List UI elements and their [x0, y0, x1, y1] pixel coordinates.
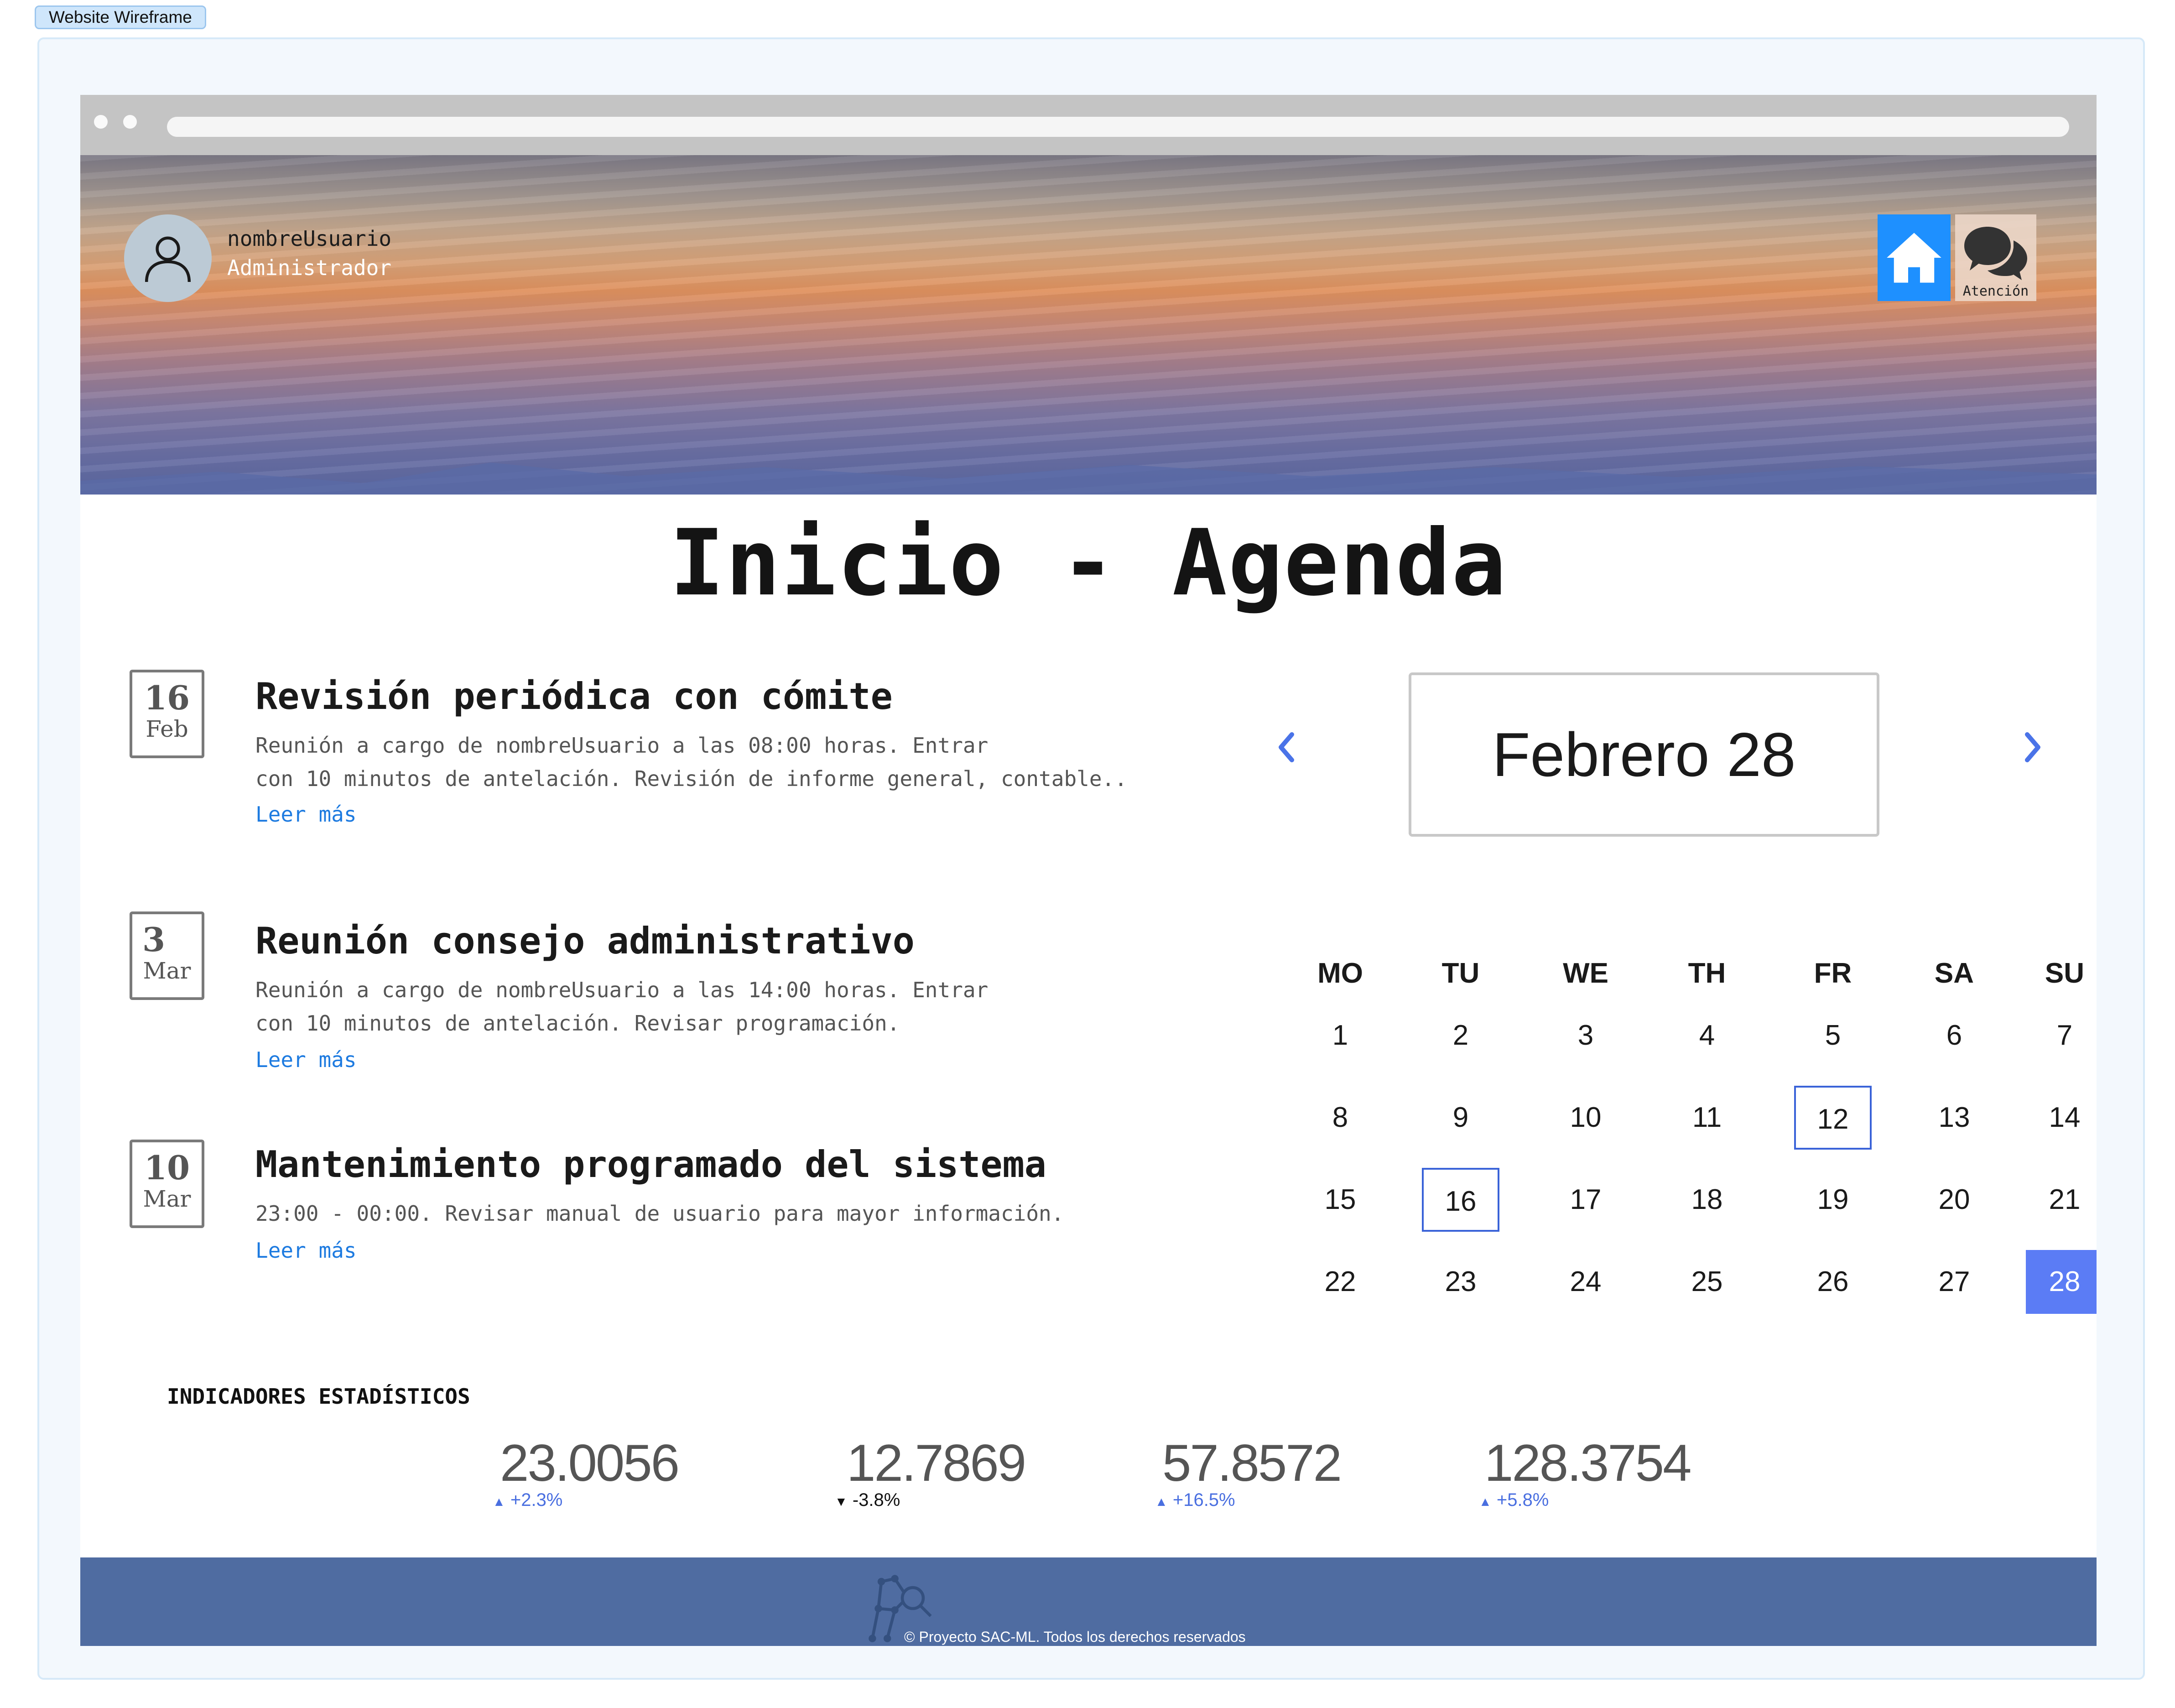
stat-change: ▲ +5.8% [1479, 1490, 1549, 1510]
calendar-day[interactable]: 22 [1301, 1250, 1379, 1314]
stat-value: 12.7869 [847, 1434, 1026, 1492]
calendar-weekday-label: FR [1814, 958, 1852, 989]
up-arrow-icon: ▲ [1479, 1494, 1492, 1509]
calendar-day[interactable]: 6 [1915, 1004, 1993, 1068]
username-label: nombreUsuario [227, 226, 392, 251]
wireframe-tag: Website Wireframe [35, 5, 206, 29]
window-dot-2 [123, 115, 137, 129]
event-month: Mar [143, 1186, 191, 1212]
calendar-weekday-label: TH [1688, 958, 1726, 989]
calendar-day[interactable]: 25 [1668, 1250, 1746, 1314]
mountains-silhouette [80, 463, 2097, 495]
event-description-line: Reunión a cargo de nombreUsuario a las 0… [255, 733, 989, 758]
calendar-month-label: Febrero 28 [1409, 672, 1879, 837]
event-day: 10 [144, 1148, 190, 1187]
stats-heading: INDICADORES ESTADÍSTICOS [167, 1384, 470, 1409]
down-arrow-icon: ▼ [835, 1494, 848, 1509]
stat-change: ▼ -3.8% [835, 1490, 900, 1510]
window-dot-1 [94, 115, 108, 129]
calendar-day[interactable]: 17 [1547, 1168, 1624, 1232]
footer-copyright: © Proyecto SAC-ML. Todos los derechos re… [904, 1629, 1246, 1645]
stat-change: ▲ +16.5% [1155, 1490, 1235, 1510]
stat-change: ▲ +2.3% [493, 1490, 562, 1510]
calendar-day[interactable]: 24 [1547, 1250, 1624, 1314]
user-icon [145, 236, 191, 282]
calendar-day[interactable]: 16 [1422, 1168, 1499, 1232]
calendar-day[interactable]: 11 [1668, 1086, 1746, 1150]
calendar-day[interactable]: 7 [2026, 1004, 2097, 1068]
event-title: Reunión consejo administrativo [255, 920, 915, 962]
event-month: Mar [143, 958, 191, 984]
calendar-day[interactable]: 19 [1794, 1168, 1872, 1232]
home-icon [1887, 233, 1941, 283]
stat-value: 57.8572 [1162, 1434, 1342, 1492]
event-description-line: Reunión a cargo de nombreUsuario a las 1… [255, 978, 989, 1002]
calendar-day[interactable]: 14 [2026, 1086, 2097, 1150]
calendar-weekday-label: SU [2045, 958, 2085, 989]
calendar-day[interactable]: 4 [1668, 1004, 1746, 1068]
read-more-link[interactable]: Leer más [255, 1238, 357, 1263]
calendar-day[interactable]: 27 [1915, 1250, 1993, 1314]
event-description-line: con 10 minutos de antelación. Revisión d… [255, 766, 1127, 791]
calendar-day[interactable]: 3 [1547, 1004, 1624, 1068]
user-avatar[interactable] [124, 214, 212, 302]
chat-bubbles-icon [1964, 227, 2027, 280]
calendar-weekday-label: MO [1317, 958, 1363, 989]
chevron-left-icon[interactable] [1273, 729, 1300, 765]
calendar-day[interactable]: 26 [1794, 1250, 1872, 1314]
calendar-day[interactable]: 12 [1794, 1086, 1872, 1150]
up-arrow-icon: ▲ [493, 1494, 505, 1509]
calendar-day[interactable]: 18 [1668, 1168, 1746, 1232]
attention-button[interactable]: Atención [1955, 214, 2036, 301]
up-arrow-icon: ▲ [1155, 1494, 1168, 1509]
attention-label: Atención [1962, 283, 2029, 299]
calendar-day[interactable]: 1 [1301, 1004, 1379, 1068]
event-title: Revisión periódica con cómite [255, 675, 893, 718]
stat-value: 128.3754 [1484, 1434, 1691, 1492]
address-bar[interactable] [167, 117, 2069, 137]
header-banner [80, 155, 2097, 495]
calendar-day[interactable]: 15 [1301, 1168, 1379, 1232]
calendar-weekday-label: SA [1934, 958, 1974, 989]
event-title: Mantenimiento programado del sistema [255, 1143, 1046, 1186]
calendar-weekday-label: WE [1563, 958, 1608, 989]
browser-chrome [80, 95, 2097, 155]
calendar-day[interactable]: 28 [2026, 1250, 2097, 1314]
event-date-badge: 3 Mar [130, 911, 204, 1000]
chevron-right-icon[interactable] [2019, 729, 2046, 765]
stat-change-value: +16.5% [1172, 1490, 1235, 1510]
event-day: 16 [144, 678, 190, 717]
page-title: Inicio - Agenda [669, 510, 1508, 616]
read-more-link[interactable]: Leer más [255, 1047, 357, 1072]
calendar-day[interactable]: 10 [1547, 1086, 1624, 1150]
user-role-label: Administrador [227, 255, 392, 280]
stat-change-value: +5.8% [1496, 1490, 1549, 1510]
stat-change-value: -3.8% [852, 1490, 900, 1510]
event-description-line: con 10 minutos de antelación. Revisar pr… [255, 1011, 900, 1036]
calendar-day[interactable]: 8 [1301, 1086, 1379, 1150]
calendar-weekday-label: TU [1441, 958, 1480, 989]
calendar-day[interactable]: 9 [1422, 1086, 1499, 1150]
calendar-day[interactable]: 21 [2026, 1168, 2097, 1232]
browser-window: nombreUsuario Administrador Atención Ini… [80, 95, 2097, 1646]
event-month: Feb [146, 716, 188, 742]
read-more-link[interactable]: Leer más [255, 802, 357, 827]
calendar-day[interactable]: 13 [1915, 1086, 1993, 1150]
calendar-day[interactable]: 5 [1794, 1004, 1872, 1068]
calendar-day[interactable]: 23 [1422, 1250, 1499, 1314]
event-description-line: 23:00 - 00:00. Revisar manual de usuario… [255, 1201, 1064, 1226]
stat-value: 23.0056 [500, 1434, 680, 1492]
calendar-day[interactable]: 20 [1915, 1168, 1993, 1232]
event-date-badge: 10 Mar [130, 1140, 204, 1228]
stat-change-value: +2.3% [510, 1490, 563, 1510]
calendar-day[interactable]: 2 [1422, 1004, 1499, 1068]
event-day: 3 [142, 920, 166, 959]
home-button[interactable] [1878, 214, 1951, 301]
event-date-badge: 16 Feb [130, 670, 204, 758]
